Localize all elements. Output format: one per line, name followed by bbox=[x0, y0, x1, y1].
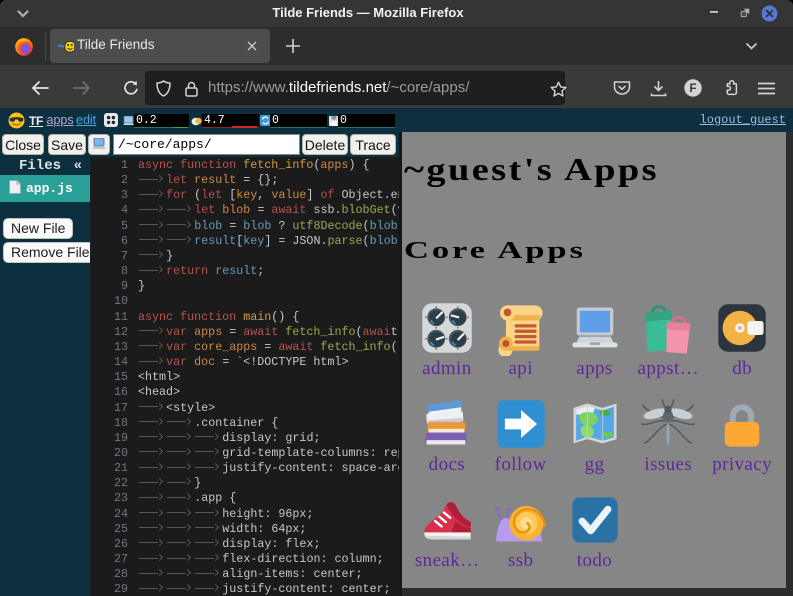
svg-text:F: F bbox=[689, 83, 696, 95]
